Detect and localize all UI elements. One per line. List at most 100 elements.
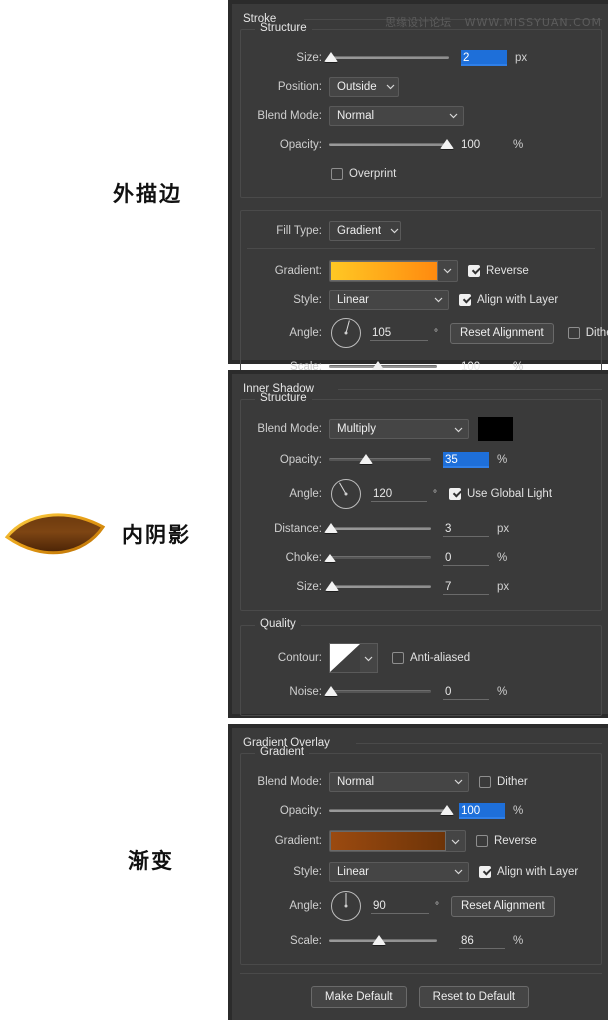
go-angle-row: Angle: 90 ° Reset Alignment xyxy=(241,889,601,923)
stroke-reverse-checkbox[interactable]: Reverse xyxy=(468,264,529,277)
inner-size-input[interactable]: 7 xyxy=(443,579,489,595)
slider-track xyxy=(329,142,447,146)
inner-size-unit: px xyxy=(497,580,510,593)
inner-opacity-label: Opacity: xyxy=(279,453,322,466)
slider-track xyxy=(329,555,431,559)
inner-noise-slider[interactable] xyxy=(324,685,431,699)
stroke-align-with-layer-checkbox[interactable]: Align with Layer xyxy=(459,293,558,306)
stroke-reverse-label: Reverse xyxy=(486,264,529,277)
inner-anti-aliased-label: Anti-aliased xyxy=(410,652,471,664)
go-blend-mode-select[interactable]: Normal xyxy=(329,771,469,792)
stroke-gradient-picker[interactable] xyxy=(329,259,458,282)
stroke-position-row: Position: Outside xyxy=(241,75,601,98)
stroke-opacity-slider[interactable] xyxy=(329,138,454,152)
stroke-fill-type-select[interactable]: Gradient xyxy=(329,220,401,241)
chevron-down-icon xyxy=(442,265,453,276)
dial-hub xyxy=(344,492,348,496)
go-scale-row: Scale: 86 % xyxy=(241,929,601,952)
go-reverse-label: Reverse xyxy=(494,835,537,847)
stroke-gradient-label: Gradient: xyxy=(274,264,322,277)
go-opacity-slider[interactable] xyxy=(329,804,454,818)
inner-angle-input[interactable]: 120 xyxy=(371,486,427,502)
gradient-swatch[interactable] xyxy=(330,831,446,851)
inner-choke-input[interactable]: 0 xyxy=(443,550,489,566)
stroke-opacity-input[interactable]: 100 xyxy=(459,137,505,153)
slider-track xyxy=(329,457,431,461)
stroke-gradient-row: Gradient: Reverse xyxy=(241,259,601,282)
inner-blend-mode-select[interactable]: Multiply xyxy=(329,419,469,439)
checkbox-checked-icon xyxy=(468,264,480,277)
go-style-select[interactable]: Linear xyxy=(329,861,469,882)
inner-size-row: Size: 7 px xyxy=(241,575,601,598)
stroke-size-input[interactable]: 2 xyxy=(461,49,507,66)
slider-thumb[interactable] xyxy=(372,934,386,945)
inner-blend-mode-label: Blend Mode: xyxy=(257,423,322,435)
inner-shadow-color-swatch[interactable] xyxy=(478,417,513,441)
slider-thumb[interactable] xyxy=(324,51,338,62)
stroke-size-slider[interactable] xyxy=(324,51,449,65)
stroke-blend-mode-select[interactable]: Normal xyxy=(329,105,464,126)
chevron-down-icon xyxy=(389,225,400,236)
go-opacity-row: Opacity: 100 % xyxy=(241,799,601,822)
stroke-fill-group: Fill Type: Gradient Gradient: Reverse St… xyxy=(240,210,608,391)
stroke-size-unit: px xyxy=(515,51,528,64)
stroke-overprint-checkbox[interactable]: Overprint xyxy=(331,167,397,180)
inner-use-global-light-checkbox[interactable]: Use Global Light xyxy=(449,488,552,500)
inner-opacity-row: Opacity: 35 % xyxy=(241,448,601,471)
inner-opacity-slider[interactable] xyxy=(329,453,431,467)
inner-opacity-input[interactable]: 35 xyxy=(443,451,489,468)
inner-distance-slider[interactable] xyxy=(324,522,431,536)
go-gradient-label: Gradient: xyxy=(274,835,322,847)
stroke-angle-row: Angle: 105 ° Reset Alignment Dither xyxy=(241,317,608,349)
go-scale-slider[interactable] xyxy=(329,934,437,948)
stroke-position-select[interactable]: Outside xyxy=(329,76,399,97)
inner-distance-label: Distance: xyxy=(274,522,322,535)
stroke-fill-type-value: Gradient xyxy=(337,224,382,237)
slider-thumb[interactable] xyxy=(440,138,454,149)
stroke-structure-group: Structure Size: 2 px Position: Outside B… xyxy=(240,22,602,198)
stroke-overprint-label: Overprint xyxy=(349,167,397,180)
slider-thumb[interactable] xyxy=(371,360,385,371)
go-align-with-layer-checkbox[interactable]: Align with Layer xyxy=(479,865,579,878)
stroke-angle-dial[interactable] xyxy=(331,318,361,348)
slider-thumb[interactable] xyxy=(325,580,339,591)
gradient-swatch[interactable] xyxy=(330,260,438,281)
stroke-angle-label: Angle: xyxy=(289,327,322,339)
slider-thumb[interactable] xyxy=(324,553,336,562)
inner-size-slider[interactable] xyxy=(325,580,431,594)
stroke-blend-mode-value: Normal xyxy=(337,109,375,122)
stroke-dither-checkbox[interactable]: Dither xyxy=(567,327,608,339)
inner-angle-dial[interactable] xyxy=(331,479,361,509)
go-make-default-button[interactable]: Make Default xyxy=(310,986,407,1008)
inner-noise-input[interactable]: 0 xyxy=(443,684,489,700)
slider-thumb[interactable] xyxy=(359,453,373,464)
checkbox-box-icon xyxy=(392,652,404,664)
stroke-style-select[interactable]: Linear xyxy=(329,289,449,310)
stroke-structure-legend: Structure xyxy=(255,22,312,34)
go-angle-dial[interactable] xyxy=(331,891,361,921)
slider-thumb[interactable] xyxy=(440,804,454,815)
inner-choke-slider[interactable] xyxy=(324,551,431,565)
stroke-opacity-unit: % xyxy=(513,138,524,151)
inner-anti-aliased-checkbox[interactable]: Anti-aliased xyxy=(392,652,470,664)
go-reverse-checkbox[interactable]: Reverse xyxy=(476,835,537,847)
go-gradient-picker[interactable] xyxy=(329,830,466,852)
go-reset-alignment-button[interactable]: Reset Alignment xyxy=(451,895,555,917)
watermark-url: WWW.MISSYUAN.COM xyxy=(464,16,602,29)
stroke-reset-alignment-button[interactable]: Reset Alignment xyxy=(450,322,554,344)
inner-contour-picker[interactable] xyxy=(329,643,378,673)
inner-angle-label: Angle: xyxy=(289,488,322,500)
inner-blend-mode-row: Blend Mode: Multiply xyxy=(241,416,601,442)
slider-thumb[interactable] xyxy=(324,522,338,533)
go-align-with-layer-label: Align with Layer xyxy=(497,865,579,878)
slider-thumb[interactable] xyxy=(324,685,338,696)
go-angle-label: Angle: xyxy=(289,900,322,912)
go-scale-input[interactable]: 86 xyxy=(459,933,505,949)
stroke-angle-input[interactable]: 105 xyxy=(370,325,428,341)
go-reset-to-default-button[interactable]: Reset to Default xyxy=(418,986,530,1008)
go-opacity-input[interactable]: 100 xyxy=(459,802,505,819)
go-angle-input[interactable]: 90 xyxy=(371,898,429,914)
slider-track xyxy=(329,808,447,812)
go-dither-checkbox[interactable]: Dither xyxy=(479,775,528,788)
inner-distance-input[interactable]: 3 xyxy=(443,521,489,537)
